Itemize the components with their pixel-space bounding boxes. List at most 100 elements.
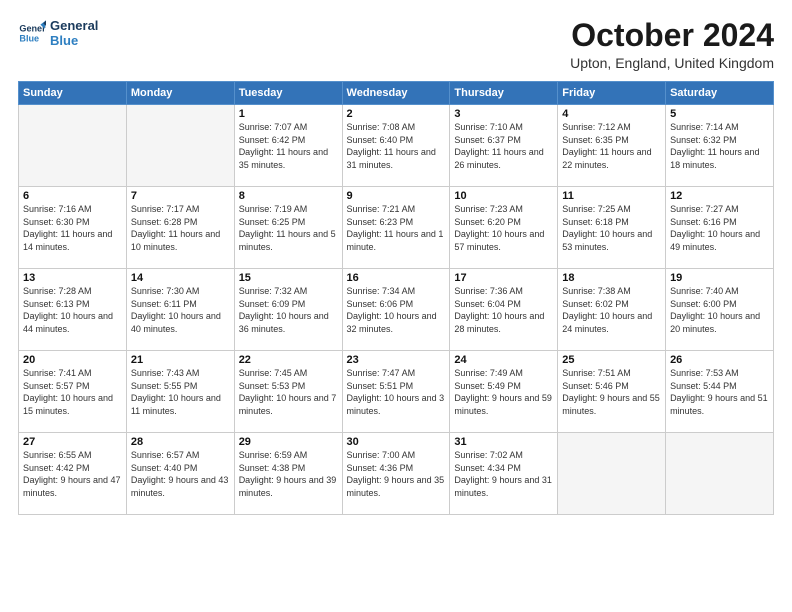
day-info: Sunrise: 7:34 AM Sunset: 6:06 PM Dayligh… [347, 285, 446, 335]
day-number: 15 [239, 272, 338, 284]
day-number: 31 [454, 436, 553, 448]
day-info: Sunrise: 7:12 AM Sunset: 6:35 PM Dayligh… [562, 121, 661, 171]
day-number: 9 [347, 190, 446, 202]
day-info: Sunrise: 7:17 AM Sunset: 6:28 PM Dayligh… [131, 203, 230, 253]
day-number: 24 [454, 354, 553, 366]
day-info: Sunrise: 7:25 AM Sunset: 6:18 PM Dayligh… [562, 203, 661, 253]
day-info: Sunrise: 7:40 AM Sunset: 6:00 PM Dayligh… [670, 285, 769, 335]
calendar-cell: 20Sunrise: 7:41 AM Sunset: 5:57 PM Dayli… [19, 351, 127, 433]
day-info: Sunrise: 7:32 AM Sunset: 6:09 PM Dayligh… [239, 285, 338, 335]
logo: General Blue General Blue [18, 18, 98, 48]
day-number: 19 [670, 272, 769, 284]
calendar-cell: 19Sunrise: 7:40 AM Sunset: 6:00 PM Dayli… [666, 269, 774, 351]
title-block: October 2024 Upton, England, United King… [570, 18, 774, 71]
day-number: 21 [131, 354, 230, 366]
day-number: 14 [131, 272, 230, 284]
calendar-cell: 8Sunrise: 7:19 AM Sunset: 6:25 PM Daylig… [234, 187, 342, 269]
day-number: 22 [239, 354, 338, 366]
day-info: Sunrise: 6:55 AM Sunset: 4:42 PM Dayligh… [23, 449, 122, 499]
day-info: Sunrise: 7:27 AM Sunset: 6:16 PM Dayligh… [670, 203, 769, 253]
calendar-cell [126, 105, 234, 187]
day-info: Sunrise: 6:57 AM Sunset: 4:40 PM Dayligh… [131, 449, 230, 499]
day-info: Sunrise: 7:10 AM Sunset: 6:37 PM Dayligh… [454, 121, 553, 171]
day-info: Sunrise: 7:43 AM Sunset: 5:55 PM Dayligh… [131, 367, 230, 417]
logo-icon: General Blue [18, 19, 46, 47]
day-number: 23 [347, 354, 446, 366]
location: Upton, England, United Kingdom [570, 55, 774, 71]
logo-text: General Blue [50, 18, 98, 48]
day-number: 3 [454, 108, 553, 120]
day-number: 17 [454, 272, 553, 284]
day-header-monday: Monday [126, 82, 234, 105]
day-number: 29 [239, 436, 338, 448]
day-number: 8 [239, 190, 338, 202]
calendar-week-2: 6Sunrise: 7:16 AM Sunset: 6:30 PM Daylig… [19, 187, 774, 269]
day-number: 4 [562, 108, 661, 120]
day-info: Sunrise: 7:41 AM Sunset: 5:57 PM Dayligh… [23, 367, 122, 417]
day-number: 11 [562, 190, 661, 202]
day-header-sunday: Sunday [19, 82, 127, 105]
calendar-cell: 14Sunrise: 7:30 AM Sunset: 6:11 PM Dayli… [126, 269, 234, 351]
day-info: Sunrise: 7:19 AM Sunset: 6:25 PM Dayligh… [239, 203, 338, 253]
calendar-week-1: 1Sunrise: 7:07 AM Sunset: 6:42 PM Daylig… [19, 105, 774, 187]
calendar-cell [19, 105, 127, 187]
calendar-cell: 18Sunrise: 7:38 AM Sunset: 6:02 PM Dayli… [558, 269, 666, 351]
day-header-thursday: Thursday [450, 82, 558, 105]
day-info: Sunrise: 7:14 AM Sunset: 6:32 PM Dayligh… [670, 121, 769, 171]
calendar-cell: 31Sunrise: 7:02 AM Sunset: 4:34 PM Dayli… [450, 433, 558, 515]
day-info: Sunrise: 7:16 AM Sunset: 6:30 PM Dayligh… [23, 203, 122, 253]
day-info: Sunrise: 7:51 AM Sunset: 5:46 PM Dayligh… [562, 367, 661, 417]
day-number: 2 [347, 108, 446, 120]
calendar-cell: 24Sunrise: 7:49 AM Sunset: 5:49 PM Dayli… [450, 351, 558, 433]
day-info: Sunrise: 7:02 AM Sunset: 4:34 PM Dayligh… [454, 449, 553, 499]
day-info: Sunrise: 7:45 AM Sunset: 5:53 PM Dayligh… [239, 367, 338, 417]
calendar-cell [666, 433, 774, 515]
day-header-saturday: Saturday [666, 82, 774, 105]
svg-text:Blue: Blue [19, 33, 39, 43]
calendar-cell: 1Sunrise: 7:07 AM Sunset: 6:42 PM Daylig… [234, 105, 342, 187]
day-number: 18 [562, 272, 661, 284]
calendar-cell: 3Sunrise: 7:10 AM Sunset: 6:37 PM Daylig… [450, 105, 558, 187]
day-number: 13 [23, 272, 122, 284]
month-title: October 2024 [570, 18, 774, 53]
day-number: 20 [23, 354, 122, 366]
day-number: 30 [347, 436, 446, 448]
calendar-cell: 2Sunrise: 7:08 AM Sunset: 6:40 PM Daylig… [342, 105, 450, 187]
page-header: General Blue General Blue October 2024 U… [18, 18, 774, 71]
day-info: Sunrise: 7:36 AM Sunset: 6:04 PM Dayligh… [454, 285, 553, 335]
day-info: Sunrise: 7:28 AM Sunset: 6:13 PM Dayligh… [23, 285, 122, 335]
day-info: Sunrise: 7:00 AM Sunset: 4:36 PM Dayligh… [347, 449, 446, 499]
day-info: Sunrise: 7:07 AM Sunset: 6:42 PM Dayligh… [239, 121, 338, 171]
day-info: Sunrise: 7:30 AM Sunset: 6:11 PM Dayligh… [131, 285, 230, 335]
day-number: 6 [23, 190, 122, 202]
day-info: Sunrise: 7:49 AM Sunset: 5:49 PM Dayligh… [454, 367, 553, 417]
day-info: Sunrise: 7:21 AM Sunset: 6:23 PM Dayligh… [347, 203, 446, 253]
calendar-cell: 16Sunrise: 7:34 AM Sunset: 6:06 PM Dayli… [342, 269, 450, 351]
calendar-week-5: 27Sunrise: 6:55 AM Sunset: 4:42 PM Dayli… [19, 433, 774, 515]
calendar-cell: 13Sunrise: 7:28 AM Sunset: 6:13 PM Dayli… [19, 269, 127, 351]
day-number: 10 [454, 190, 553, 202]
calendar-cell: 28Sunrise: 6:57 AM Sunset: 4:40 PM Dayli… [126, 433, 234, 515]
day-info: Sunrise: 6:59 AM Sunset: 4:38 PM Dayligh… [239, 449, 338, 499]
calendar-header-row: SundayMondayTuesdayWednesdayThursdayFrid… [19, 82, 774, 105]
day-number: 27 [23, 436, 122, 448]
day-number: 26 [670, 354, 769, 366]
day-number: 5 [670, 108, 769, 120]
day-header-tuesday: Tuesday [234, 82, 342, 105]
day-info: Sunrise: 7:38 AM Sunset: 6:02 PM Dayligh… [562, 285, 661, 335]
calendar-cell: 6Sunrise: 7:16 AM Sunset: 6:30 PM Daylig… [19, 187, 127, 269]
calendar-week-3: 13Sunrise: 7:28 AM Sunset: 6:13 PM Dayli… [19, 269, 774, 351]
calendar-week-4: 20Sunrise: 7:41 AM Sunset: 5:57 PM Dayli… [19, 351, 774, 433]
day-info: Sunrise: 7:08 AM Sunset: 6:40 PM Dayligh… [347, 121, 446, 171]
calendar-cell: 22Sunrise: 7:45 AM Sunset: 5:53 PM Dayli… [234, 351, 342, 433]
day-info: Sunrise: 7:47 AM Sunset: 5:51 PM Dayligh… [347, 367, 446, 417]
day-number: 12 [670, 190, 769, 202]
calendar-cell: 15Sunrise: 7:32 AM Sunset: 6:09 PM Dayli… [234, 269, 342, 351]
calendar-table: SundayMondayTuesdayWednesdayThursdayFrid… [18, 81, 774, 515]
day-header-friday: Friday [558, 82, 666, 105]
calendar-cell: 10Sunrise: 7:23 AM Sunset: 6:20 PM Dayli… [450, 187, 558, 269]
calendar-cell: 25Sunrise: 7:51 AM Sunset: 5:46 PM Dayli… [558, 351, 666, 433]
calendar-cell: 5Sunrise: 7:14 AM Sunset: 6:32 PM Daylig… [666, 105, 774, 187]
calendar-cell: 7Sunrise: 7:17 AM Sunset: 6:28 PM Daylig… [126, 187, 234, 269]
day-info: Sunrise: 7:23 AM Sunset: 6:20 PM Dayligh… [454, 203, 553, 253]
